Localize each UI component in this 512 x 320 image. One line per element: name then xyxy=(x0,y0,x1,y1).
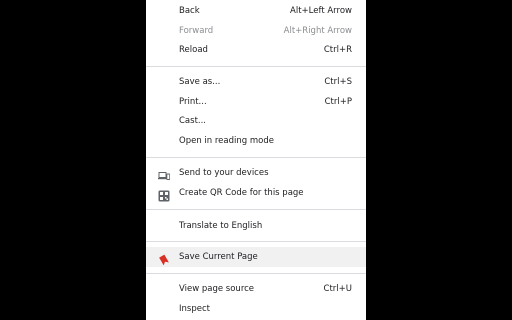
menu-item-save-current-page[interactable]: Save Current Page xyxy=(146,247,366,267)
menu-separator xyxy=(146,66,366,67)
menu-item-print[interactable]: Print... Ctrl+P xyxy=(146,92,366,112)
menu-item-label: Forward xyxy=(179,26,214,36)
menu-item-create-qr-code[interactable]: Create QR Code for this page xyxy=(146,183,366,203)
menu-item-shortcut: Ctrl+S xyxy=(324,77,352,87)
menu-item-back[interactable]: Back Alt+Left Arrow xyxy=(146,1,366,21)
menu-item-label: Save Current Page xyxy=(179,252,258,262)
menu-item-label: Translate to English xyxy=(179,221,263,231)
menu-item-translate[interactable]: Translate to English xyxy=(146,216,366,236)
menu-separator xyxy=(146,157,366,158)
menu-item-reading-mode[interactable]: Open in reading mode xyxy=(146,131,366,151)
menu-item-label: Back xyxy=(179,6,200,16)
menu-item-shortcut: Ctrl+U xyxy=(323,284,352,294)
menu-item-label: Print... xyxy=(179,97,207,107)
menu-item-shortcut: Ctrl+R xyxy=(323,45,352,55)
menu-item-label: Send to your devices xyxy=(179,168,269,178)
menu-item-label: View page source xyxy=(179,284,255,294)
menu-item-save-as[interactable]: Save as... Ctrl+S xyxy=(146,72,366,92)
menu-item-shortcut: Alt+Left Arrow xyxy=(290,6,352,16)
menu-separator xyxy=(146,209,366,210)
menu-item-reload[interactable]: Reload Ctrl+R xyxy=(146,40,366,60)
bookmark-icon-shape xyxy=(159,254,169,266)
menu-item-label: Open in reading mode xyxy=(179,136,274,146)
menu-item-label: Save as... xyxy=(179,77,221,87)
context-menu: Back Alt+Left Arrow Forward Alt+Right Ar… xyxy=(146,0,366,320)
menu-item-label: Inspect xyxy=(179,304,210,314)
menu-item-send-to-devices[interactable]: Send to your devices xyxy=(146,163,366,183)
menu-item-label: Reload xyxy=(179,45,208,55)
menu-item-shortcut: Ctrl+P xyxy=(324,97,352,107)
menu-item-inspect[interactable]: Inspect xyxy=(146,299,366,319)
qr-code-icon xyxy=(158,187,170,202)
menu-item-shortcut: Alt+Right Arrow xyxy=(283,26,352,36)
menu-item-cast[interactable]: Cast... xyxy=(146,111,366,131)
menu-item-view-source[interactable]: View page source Ctrl+U xyxy=(146,279,366,299)
menu-item-label: Cast... xyxy=(179,116,207,126)
menu-separator xyxy=(146,273,366,274)
menu-item-forward[interactable]: Forward Alt+Right Arrow xyxy=(146,21,366,41)
menu-separator xyxy=(146,241,366,242)
laptop-phone-icon xyxy=(158,167,171,180)
menu-item-label: Create QR Code for this page xyxy=(179,188,304,198)
bookmark-icon xyxy=(158,251,170,266)
